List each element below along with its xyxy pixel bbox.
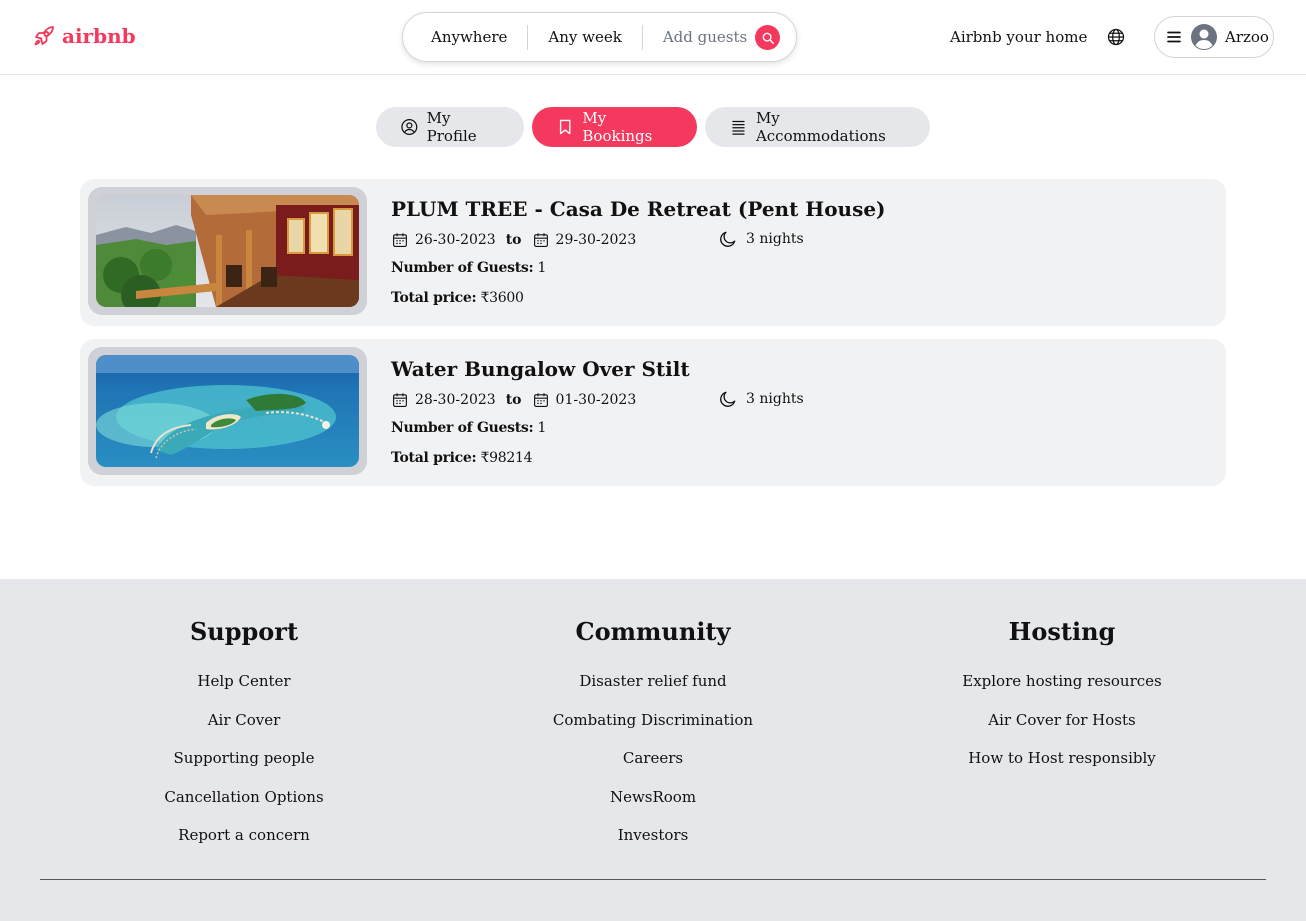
price-label: Total price: [391, 290, 477, 306]
booking-photo[interactable] [88, 347, 367, 475]
user-name: Arzoo [1225, 28, 1269, 46]
search-button[interactable] [755, 25, 780, 50]
bookmark-icon [559, 119, 571, 135]
rocket-icon [34, 26, 54, 46]
airbnb-your-home-link[interactable]: Airbnb your home [950, 28, 1087, 46]
calendar-icon [393, 233, 407, 247]
user-circle-icon [401, 118, 418, 136]
check-in-date: 28-30-2023 [415, 392, 496, 408]
check-out-date: 01-30-2023 [555, 392, 637, 408]
check-in-date: 26-30-2023 [415, 232, 496, 248]
check-out-date: 29-30-2023 [555, 232, 637, 248]
mountain-veranda-photo [96, 195, 359, 307]
avatar [1191, 24, 1217, 50]
footer-heading: Hosting [1008, 617, 1116, 646]
nights-count: 3 nights [718, 389, 804, 409]
page-footer: Support Help Center Air Cover Supporting… [0, 579, 1306, 921]
footer-link[interactable]: Cancellation Options [44, 782, 444, 821]
calendar-icon [533, 393, 548, 407]
footer-link[interactable]: Explore hosting resources [862, 666, 1262, 705]
tab-my-profile[interactable]: My Profile [376, 107, 524, 147]
list-icon [732, 120, 745, 135]
listing-title[interactable]: Water Bungalow Over Stilt [391, 357, 690, 381]
tab-label: My Bookings [582, 109, 653, 145]
booking-photo[interactable] [88, 187, 367, 315]
moon-icon [720, 391, 736, 407]
top-navbar: airbnb Anywhere Any week Add guests Airb… [0, 0, 1306, 75]
guests-count: Number of Guests: 1 [391, 420, 546, 436]
search-divider [641, 24, 643, 50]
footer-link[interactable]: Combating Discrimination [453, 705, 853, 744]
search-where[interactable]: Anywhere [431, 28, 507, 46]
booking-card[interactable]: Water Bungalow Over Stilt 28-30-2023 to … [80, 339, 1226, 486]
footer-heading: Support [189, 617, 299, 646]
footer-heading: Community [575, 617, 731, 646]
tab-label: My Accommodations [755, 109, 886, 145]
nights-count: 3 nights [718, 229, 804, 249]
guests-label: Number of Guests: [391, 420, 534, 436]
guests-count: Number of Guests: 1 [391, 260, 546, 276]
booking-dates: 26-30-2023 to 29-30-2023 [391, 231, 636, 249]
price-label: Total price: [391, 450, 477, 466]
footer-link[interactable]: How to Host responsibly [862, 743, 1262, 782]
moon-icon [720, 231, 736, 247]
tab-my-bookings[interactable]: My Bookings [532, 107, 697, 147]
footer-link[interactable]: Supporting people [44, 743, 444, 782]
booking-card[interactable]: PLUM TREE - Casa De Retreat (Pent House)… [80, 179, 1226, 326]
hamburger-menu-icon [1167, 31, 1181, 43]
footer-link[interactable]: NewsRoom [453, 782, 853, 821]
footer-link[interactable]: Investors [453, 820, 853, 859]
total-price: Total price: ₹98214 [391, 450, 532, 466]
guests-value: 1 [537, 420, 547, 436]
brand-name: airbnb [62, 24, 136, 48]
price-value: ₹98214 [480, 450, 533, 466]
tab-label: My Profile [426, 109, 477, 145]
footer-link[interactable]: Air Cover [44, 705, 444, 744]
calendar-icon [533, 233, 548, 247]
tab-my-accommodations[interactable]: My Accommodations [705, 107, 930, 147]
nights-label: 3 nights [746, 231, 804, 247]
date-separator: to [505, 392, 522, 408]
footer-support-column: Support Help Center Air Cover Supporting… [44, 617, 444, 859]
listing-title[interactable]: PLUM TREE - Casa De Retreat (Pent House) [391, 197, 886, 221]
search-guests[interactable]: Add guests [663, 28, 747, 46]
search-icon [762, 32, 774, 44]
search-when[interactable]: Any week [548, 28, 621, 46]
total-price: Total price: ₹3600 [391, 290, 524, 306]
footer-link[interactable]: Air Cover for Hosts [862, 705, 1262, 744]
date-separator: to [505, 232, 522, 248]
footer-link[interactable]: Help Center [44, 666, 444, 705]
footer-link[interactable]: Report a concern [44, 820, 444, 859]
booking-dates: 28-30-2023 to 01-30-2023 [391, 391, 636, 409]
footer-community-column: Community Disaster relief fund Combating… [453, 617, 853, 859]
island-resort-photo [96, 355, 359, 467]
calendar-icon [393, 393, 407, 407]
footer-link[interactable]: Careers [453, 743, 853, 782]
nights-label: 3 nights [746, 391, 804, 407]
guests-label: Number of Guests: [391, 260, 534, 276]
search-bar[interactable]: Anywhere Any week Add guests [402, 12, 797, 62]
footer-hosting-column: Hosting Explore hosting resources Air Co… [862, 617, 1262, 782]
footer-divider [40, 879, 1266, 880]
price-value: ₹3600 [480, 290, 524, 306]
guests-value: 1 [537, 260, 547, 276]
search-divider [527, 24, 529, 50]
globe-icon[interactable] [1106, 27, 1126, 47]
user-menu-button[interactable]: Arzoo [1154, 16, 1274, 58]
airbnb-logo[interactable]: airbnb [32, 24, 136, 48]
footer-link[interactable]: Disaster relief fund [453, 666, 853, 705]
